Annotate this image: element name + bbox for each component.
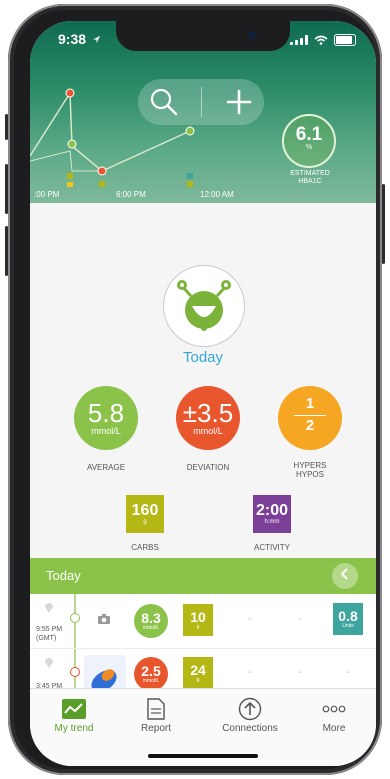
volume-up-button [5, 164, 8, 214]
header-tools [138, 79, 264, 125]
log-entry[interactable]: 9:55 PM (GMT) 8.3 mmol/L 10 g - - 0.8 Units [30, 594, 376, 649]
empty-value: - [298, 614, 302, 625]
insulin-entry: 0.8 Units [333, 603, 363, 635]
deviation-value: ±3.5 [182, 398, 234, 428]
daily-summary: Today 5.8 mmol/L AVERAGE ±3.5 mmol/L DEV… [30, 203, 376, 558]
log-day-title: Today [46, 568, 81, 583]
tab-my-trend[interactable]: My trend [34, 697, 114, 734]
carb-marker [99, 181, 105, 187]
empty-value: - [298, 667, 302, 678]
search-icon[interactable] [149, 87, 179, 117]
hypers-count: 1 [305, 395, 315, 412]
hba1c-badge[interactable]: 6.1 % [282, 114, 336, 168]
activity-value: 2:00 [255, 502, 289, 519]
activity-badge[interactable]: 2:00 h:mm [253, 495, 291, 533]
hypos-count: 2 [305, 417, 315, 434]
connections-icon [238, 697, 262, 721]
tab-report[interactable]: Report [116, 697, 196, 734]
mascot-avatar [163, 265, 245, 347]
tab-label: More [322, 723, 346, 734]
empty-value: - [248, 667, 252, 678]
glucose-reading: 2.5 mmol/L [134, 657, 168, 691]
carb-marker [187, 181, 193, 187]
volume-down-button [5, 226, 8, 276]
tab-more[interactable]: More [294, 697, 374, 734]
trend-point [97, 166, 107, 176]
chevron-left-icon [340, 568, 348, 580]
carbs-entry: 24 g [183, 657, 213, 689]
power-button [382, 184, 385, 264]
insulin-marker [187, 173, 193, 179]
carbs-value: 160 [131, 502, 159, 519]
pin-icon [45, 603, 53, 613]
add-icon[interactable] [225, 88, 253, 116]
phone-frame: 9:38 :00 PM 6:00 PM 12:00 AM 6.1 % ESTIM… [5, 4, 385, 775]
axis-label: 6:00 PM [116, 190, 146, 199]
trend-point [185, 126, 195, 136]
empty-value: - [248, 614, 252, 625]
glucose-reading: 8.3 mmol/L [134, 604, 168, 638]
tab-label: Connections [222, 723, 278, 734]
carb-marker [67, 173, 73, 179]
average-badge[interactable]: 5.8 mmol/L [74, 386, 138, 450]
pin-icon [45, 658, 53, 668]
app-screen: 9:38 :00 PM 6:00 PM 12:00 AM 6.1 % ESTIM… [30, 21, 376, 766]
empty-value: - [346, 667, 350, 678]
trend-point [65, 88, 75, 98]
tab-connections[interactable]: Connections [210, 697, 290, 734]
home-indicator[interactable] [148, 754, 258, 758]
average-value: 5.8 [87, 398, 125, 428]
tab-label: Report [140, 723, 171, 734]
activity-label: ACTIVITY [253, 543, 290, 552]
axis-label: :00 PM [34, 190, 60, 199]
tab-label: My trend [54, 723, 94, 734]
monster-icon [177, 280, 231, 331]
hypers-hypos-label: HYPERS HYPOS [293, 461, 327, 479]
hba1c-label: ESTIMATED HBA1C [290, 170, 330, 185]
trend-point [67, 139, 77, 149]
mute-switch [5, 114, 8, 140]
report-icon [147, 698, 165, 720]
hba1c-value: 6.1 [295, 124, 323, 145]
carbs-badge[interactable]: 160 g [126, 495, 164, 533]
carb-marker [67, 182, 73, 187]
previous-day-button[interactable] [332, 563, 358, 589]
average-unit: mmol/L [91, 426, 121, 436]
hypers-hypos-badge[interactable]: 1 2 [278, 386, 342, 450]
deviation-label: DEVIATION [186, 463, 230, 472]
carbs-entry: 10 g [183, 604, 213, 636]
summary-title: Today [182, 349, 224, 366]
activity-unit: h:mm [264, 519, 280, 525]
more-icon [322, 705, 346, 713]
average-label: AVERAGE [86, 463, 126, 472]
deviation-badge[interactable]: ±3.5 mmol/L [176, 386, 240, 450]
log-time: 9:55 PM (GMT) [36, 626, 63, 642]
notch [116, 21, 290, 51]
log-day-header: Today [30, 558, 376, 594]
camera-icon [98, 614, 110, 624]
carbs-unit: g [143, 519, 147, 525]
hba1c-unit: % [305, 144, 313, 151]
trend-icon [62, 699, 86, 719]
carbs-label: CARBS [131, 543, 159, 552]
axis-label: 12:00 AM [200, 190, 234, 199]
